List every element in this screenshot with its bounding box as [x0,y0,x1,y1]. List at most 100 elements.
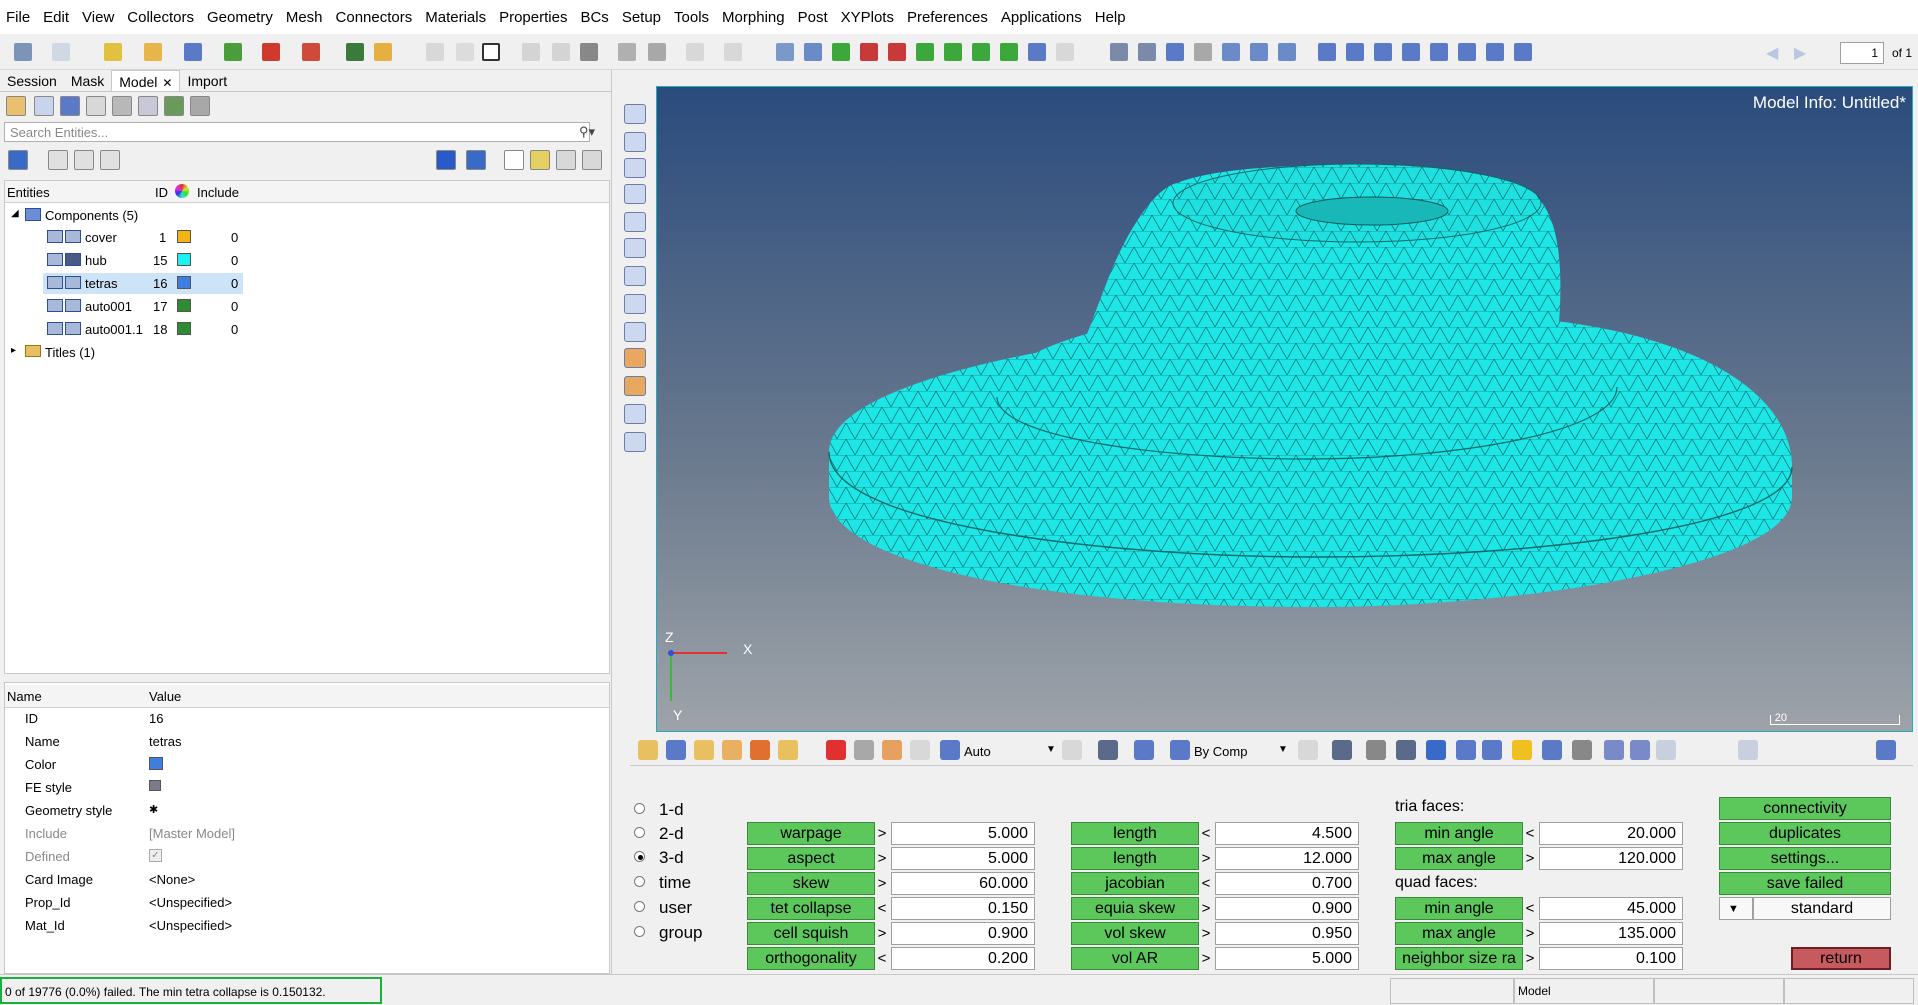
view-zx-icon[interactable] [888,43,906,61]
view-xy-bottom-icon[interactable] [860,43,878,61]
open-icon[interactable] [144,43,162,61]
tab-import[interactable]: Import [180,70,234,91]
entity-type-icon[interactable] [436,150,456,170]
tria-max-angle-value-field[interactable]: 120.000 [1539,847,1683,870]
radio-3d[interactable]: 3-d [634,848,684,868]
display-elements-icon[interactable] [624,184,646,204]
numbers-icon[interactable] [624,294,646,314]
menu-morphing[interactable]: Morphing [722,9,785,26]
component-color-swatch[interactable] [177,230,191,243]
layout-2-icon[interactable] [1346,43,1364,61]
display-reverse-icon[interactable] [74,150,94,170]
close-tab-icon[interactable]: ✕ [162,76,172,90]
radio-group[interactable]: group [634,923,702,943]
geom-color-icon[interactable] [940,740,960,760]
grid-layout-icon[interactable] [1876,740,1896,760]
window-icon[interactable] [482,43,500,61]
tree-row-tetras[interactable]: tetras 16 0 [43,273,243,294]
elem-1d-icon[interactable] [1366,740,1386,760]
duplicates-button[interactable]: duplicates [1719,822,1891,845]
tab-mask[interactable]: Mask [64,70,111,91]
settings-button[interactable]: settings... [1719,847,1891,870]
pack-icon[interactable] [778,740,798,760]
menu-collectors[interactable]: Collectors [127,9,194,26]
transparency-icon[interactable] [624,404,646,424]
menu-mesh[interactable]: Mesh [286,9,323,26]
zoom-find-icon[interactable] [776,43,794,61]
undo-icon[interactable] [14,43,32,61]
menu-materials[interactable]: Materials [425,9,486,26]
copy-icon[interactable] [648,43,666,61]
vol-ar-button[interactable]: vol AR [1071,947,1199,970]
feature-icon[interactable] [910,740,930,760]
reference-icon[interactable] [580,43,598,61]
tab-model[interactable]: Model ✕ [111,70,181,91]
tria-min-angle-button[interactable]: min angle [1395,822,1523,845]
paste-icon[interactable] [686,43,704,61]
tab-session[interactable]: Session [0,70,64,91]
save-icon[interactable] [184,43,202,61]
display-none-icon[interactable] [48,150,68,170]
standard-dropdown-toggle[interactable]: ▼ [1719,897,1753,920]
skew-value-field[interactable]: 60.000 [891,872,1035,895]
elem-3d-icon[interactable] [1426,740,1446,760]
prop-row-prop-id[interactable]: Prop_Id <Unspecified> [5,891,609,914]
menu-tools[interactable]: Tools [674,9,709,26]
mesh-model-svg[interactable] [657,87,1913,732]
grid-icon[interactable] [522,43,540,61]
prop-row-mat-id[interactable]: Mat_Id <Unspecified> [5,914,609,937]
graphics-viewport[interactable]: Model Info: Untitled* Z X Y 20 [656,86,1913,732]
page-back-icon[interactable]: ◀ [1766,43,1778,63]
tree-row-auto001[interactable]: auto001 17 0 [5,296,241,317]
prop-row-color[interactable]: Color [5,753,609,776]
assembly-view-icon[interactable] [34,96,54,116]
minus-icon[interactable] [1686,740,1706,760]
prop-row-name[interactable]: Name tetras [5,730,609,753]
tria-max-angle-button[interactable]: max angle [1395,847,1523,870]
menu-edit[interactable]: Edit [43,9,69,26]
radio-2d[interactable]: 2-d [634,824,684,844]
component-view-icon[interactable] [6,96,26,116]
id-column-header[interactable]: ID [155,185,168,200]
shrink-icon[interactable] [1456,740,1476,760]
save-failed-button[interactable]: save failed [1719,872,1891,895]
highlight-icon[interactable] [530,150,550,170]
view-xy-top-icon[interactable] [832,43,850,61]
search-icon[interactable]: ⚲▾ [579,124,595,140]
vol-ar-value-field[interactable]: 5.000 [1215,947,1359,970]
component-color-swatch[interactable] [177,322,191,335]
panel-icon[interactable] [552,43,570,61]
radio-user[interactable]: user [634,898,692,918]
menu-file[interactable]: File [6,9,30,26]
equia-skew-value-field[interactable]: 0.900 [1215,897,1359,920]
cell-squish-value-field[interactable]: 0.900 [891,922,1035,945]
export-ppt-icon[interactable] [302,43,320,61]
unmask-icon[interactable] [624,158,646,178]
prop-row-include[interactable]: Include [Master Model] [5,822,609,845]
color-column-icon[interactable] [175,184,189,198]
view-disabled-icon[interactable] [1056,43,1074,61]
warpage-value-field[interactable]: 5.000 [891,822,1035,845]
delete-icon[interactable] [456,43,474,61]
cursor-select-icon[interactable] [504,150,524,170]
tree-row-cover[interactable]: cover 1 0 [5,227,241,248]
pan-hand-icon[interactable] [1194,43,1212,61]
zoom-fit-icon[interactable] [1110,43,1128,61]
view-zx-rear-icon[interactable] [916,43,934,61]
filter-view-icon[interactable] [190,96,210,116]
pan-vertical-icon[interactable] [1250,43,1268,61]
mask-adjacent-icon[interactable] [624,132,646,152]
layout-8-icon[interactable] [1514,43,1532,61]
eye-isolate-icon[interactable] [582,150,602,170]
scale-icon[interactable] [624,322,646,342]
menu-connectors[interactable]: Connectors [336,9,413,26]
length-max-value-field[interactable]: 12.000 [1215,847,1359,870]
collapse-icon[interactable]: ◢ [11,208,19,219]
equia-skew-button[interactable]: equia skew [1071,897,1199,920]
tree-row-hub[interactable]: hub 15 0 [5,250,241,271]
comp-display-icon[interactable] [666,740,686,760]
menu-geometry[interactable]: Geometry [207,9,273,26]
collector-icon[interactable] [638,740,658,760]
length-max-button[interactable]: length [1071,847,1199,870]
length-min-value-field[interactable]: 4.500 [1215,822,1359,845]
